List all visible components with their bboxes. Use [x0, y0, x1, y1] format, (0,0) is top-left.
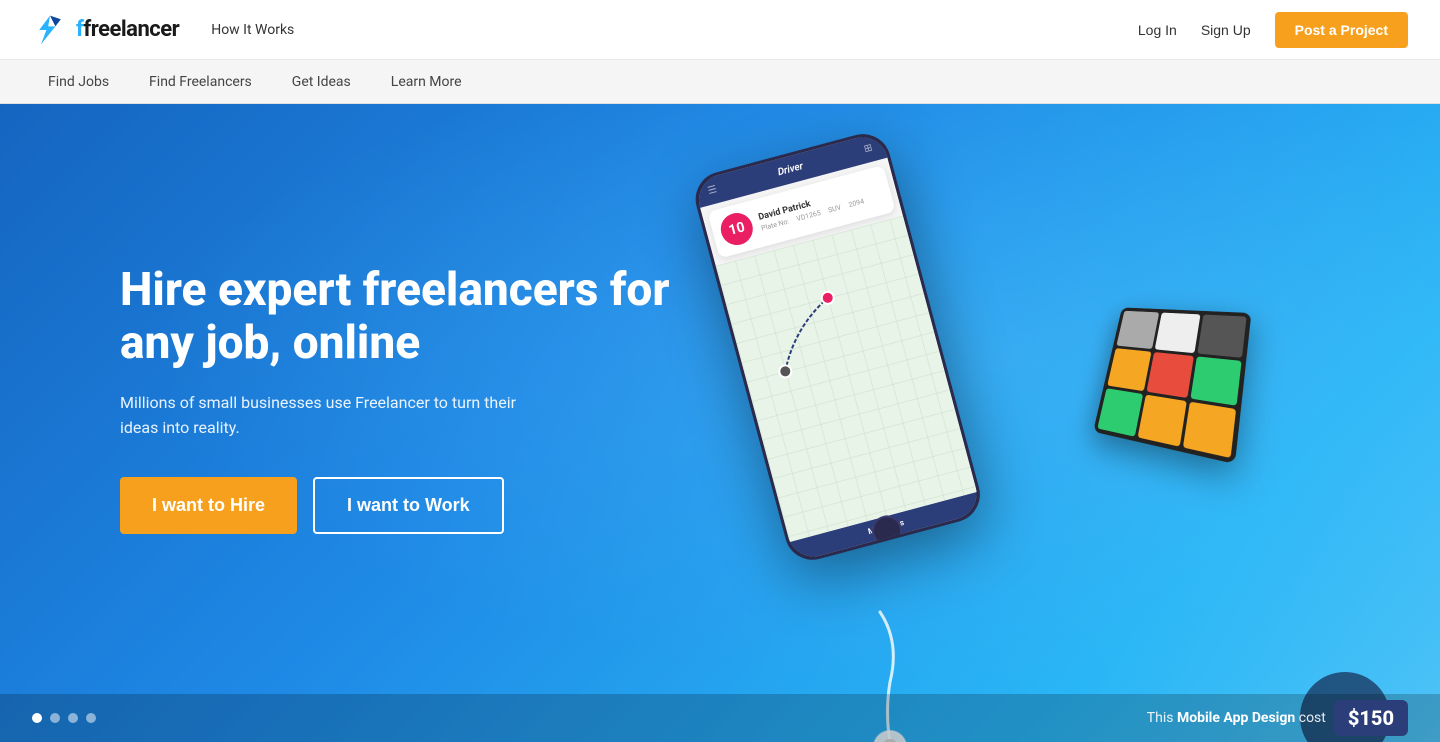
rubiks-cube: [1093, 307, 1251, 464]
subnav-get-ideas[interactable]: Get Ideas: [292, 74, 351, 90]
cost-label-bold: Mobile App Design: [1177, 710, 1295, 726]
hero-title: Hire expert freelancers for any job, onl…: [120, 264, 680, 370]
logo-icon: [32, 12, 68, 48]
carousel-dots: [32, 713, 96, 723]
phone-app-title: Driver: [777, 161, 805, 178]
cube-cell: [1183, 402, 1236, 458]
subnav-find-jobs[interactable]: Find Jobs: [48, 74, 109, 90]
carousel-dot-1[interactable]: [32, 713, 42, 723]
header: ffreelancer How It Works Log In Sign Up …: [0, 0, 1440, 60]
earphones-decoration: [820, 602, 900, 702]
phone-body: ☰ Driver ⊞ 10 David Patrick Plate No: VD…: [689, 128, 986, 566]
hero-buttons: I want to Hire I want to Work: [120, 477, 680, 534]
cost-value-badge: $150: [1334, 700, 1408, 736]
nav-how-it-works[interactable]: How It Works: [211, 22, 294, 38]
rubiks-cube-container: [1089, 293, 1251, 455]
phone-mockup: ☰ Driver ⊞ 10 David Patrick Plate No: VD…: [689, 123, 1010, 586]
carousel-dot-2[interactable]: [50, 713, 60, 723]
car-type: SUV: [827, 203, 842, 214]
cube-cell: [1116, 311, 1159, 349]
phone-screen: ☰ Driver ⊞ 10 David Patrick Plate No: VD…: [693, 132, 982, 563]
signup-button[interactable]: Sign Up: [1201, 22, 1251, 38]
post-project-button[interactable]: Post a Project: [1275, 12, 1408, 48]
subnav-learn-more[interactable]: Learn More: [391, 74, 462, 90]
hero-section: Hire expert freelancers for any job, onl…: [0, 104, 1440, 742]
cube-cell: [1190, 356, 1241, 405]
work-button[interactable]: I want to Work: [313, 477, 504, 534]
map-area: [716, 216, 977, 542]
cost-label: This Mobile App Design cost: [1147, 710, 1326, 726]
subnav: Find Jobs Find Freelancers Get Ideas Lea…: [0, 60, 1440, 104]
cube-cell: [1197, 315, 1246, 358]
cube-cell: [1155, 313, 1201, 354]
map-route-svg: [716, 216, 977, 542]
position-value: 2094: [848, 197, 865, 209]
logo-text: ffreelancer: [76, 17, 179, 42]
cube-cell: [1097, 388, 1143, 436]
header-left: ffreelancer How It Works: [32, 12, 294, 48]
carousel-dot-4[interactable]: [86, 713, 96, 723]
subnav-find-freelancers[interactable]: Find Freelancers: [149, 74, 252, 90]
cube-cell: [1138, 395, 1187, 447]
logo[interactable]: ffreelancer: [32, 12, 179, 48]
bottom-bar: This Mobile App Design cost $150: [0, 694, 1440, 742]
header-right: Log In Sign Up Post a Project: [1138, 12, 1408, 48]
hero-content: Hire expert freelancers for any job, onl…: [120, 264, 680, 534]
cost-display: This Mobile App Design cost $150: [1147, 700, 1408, 736]
hire-button[interactable]: I want to Hire: [120, 477, 297, 534]
login-button[interactable]: Log In: [1138, 22, 1177, 38]
cube-cell: [1107, 348, 1151, 391]
cube-cell: [1146, 352, 1193, 398]
hero-subtitle: Millions of small businesses use Freelan…: [120, 390, 540, 441]
driver-rating-badge: 10: [717, 209, 756, 248]
carousel-dot-3[interactable]: [68, 713, 78, 723]
